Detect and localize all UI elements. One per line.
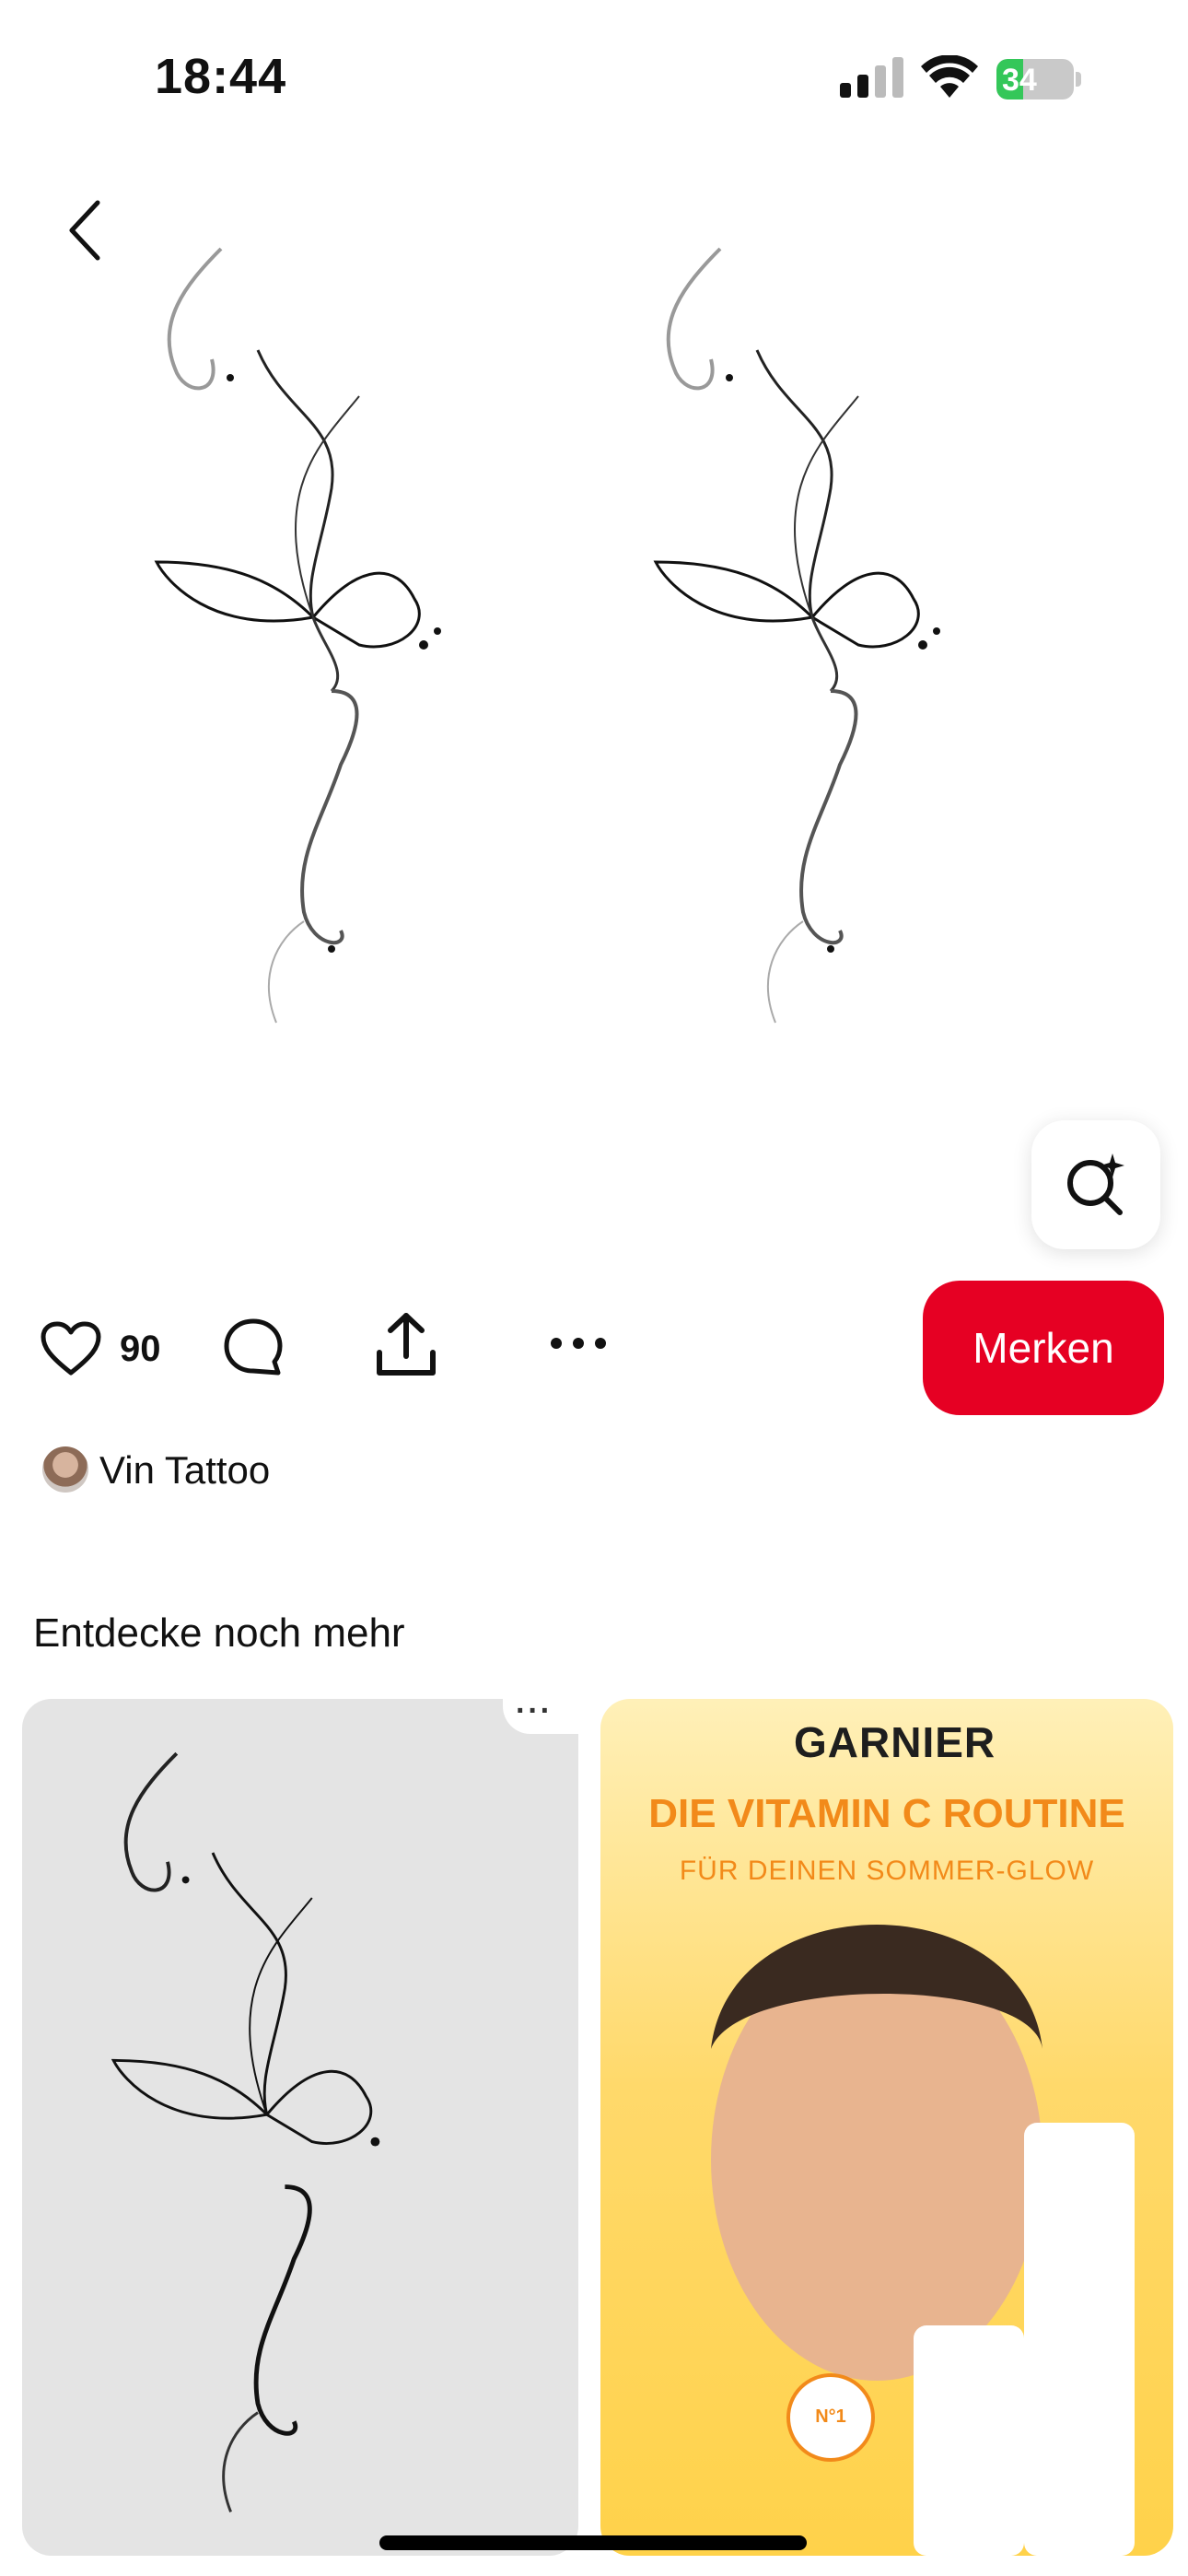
- svg-text:N°1: N°1: [815, 2406, 846, 2427]
- cellular-signal-icon: [840, 57, 903, 98]
- card-more-icon: ···: [516, 1693, 553, 1728]
- visual-search-button[interactable]: [1031, 1120, 1160, 1249]
- heart-icon[interactable]: [41, 1321, 101, 1376]
- share-icon[interactable]: [374, 1312, 438, 1378]
- battery-icon: 34: [996, 59, 1081, 100]
- sponsored-pin-card[interactable]: GARNIER DIE VITAMIN C ROUTINE FÜR DEINEN…: [600, 1699, 1173, 2556]
- like-count: 90: [120, 1329, 161, 1369]
- related-pin-image: [111, 1751, 380, 2512]
- author-name: Vin Tattoo: [99, 1448, 271, 1492]
- status-time: 18:44: [155, 49, 287, 104]
- pin-image[interactable]: [0, 240, 1188, 1124]
- avatar: [42, 1446, 88, 1493]
- ad-product-image: N°1: [711, 1925, 1135, 2556]
- status-bar: 18:44 34: [0, 0, 1188, 157]
- home-indicator: [379, 2535, 807, 2550]
- save-button[interactable]: Merken: [923, 1281, 1164, 1415]
- related-pin-card[interactable]: [22, 1699, 578, 2556]
- wifi-icon: [921, 55, 978, 98]
- more-icon[interactable]: [549, 1334, 608, 1352]
- visual-search-icon: [1067, 1153, 1124, 1215]
- battery-percentage: 34: [1002, 63, 1037, 98]
- explore-more-heading: Entdecke noch mehr: [33, 1610, 405, 1656]
- pin-action-row: 90 Merken: [0, 1281, 1188, 1419]
- comment-icon[interactable]: [223, 1317, 284, 1378]
- card-more-button[interactable]: ···: [503, 1686, 580, 1734]
